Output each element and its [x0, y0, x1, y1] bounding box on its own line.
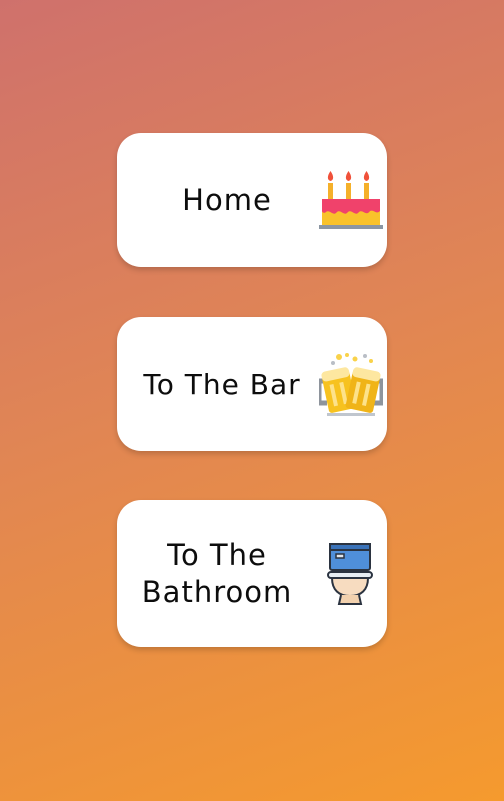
- beer-mugs-icon: [319, 353, 383, 416]
- toilet-icon: [327, 543, 373, 605]
- home-button[interactable]: Home: [117, 133, 387, 267]
- birthday-cake-icon: [319, 171, 383, 229]
- to-the-bathroom-label-line2: Bathroom: [141, 574, 293, 609]
- to-the-bathroom-label-line1: To The: [167, 537, 267, 572]
- to-the-bathroom-label: To The Bathroom: [121, 500, 313, 647]
- to-the-bar-label: To The Bar: [143, 367, 301, 401]
- to-the-bathroom-button[interactable]: To The Bathroom: [117, 500, 387, 647]
- home-label: Home: [182, 182, 272, 217]
- to-the-bar-button[interactable]: To The Bar: [117, 317, 387, 451]
